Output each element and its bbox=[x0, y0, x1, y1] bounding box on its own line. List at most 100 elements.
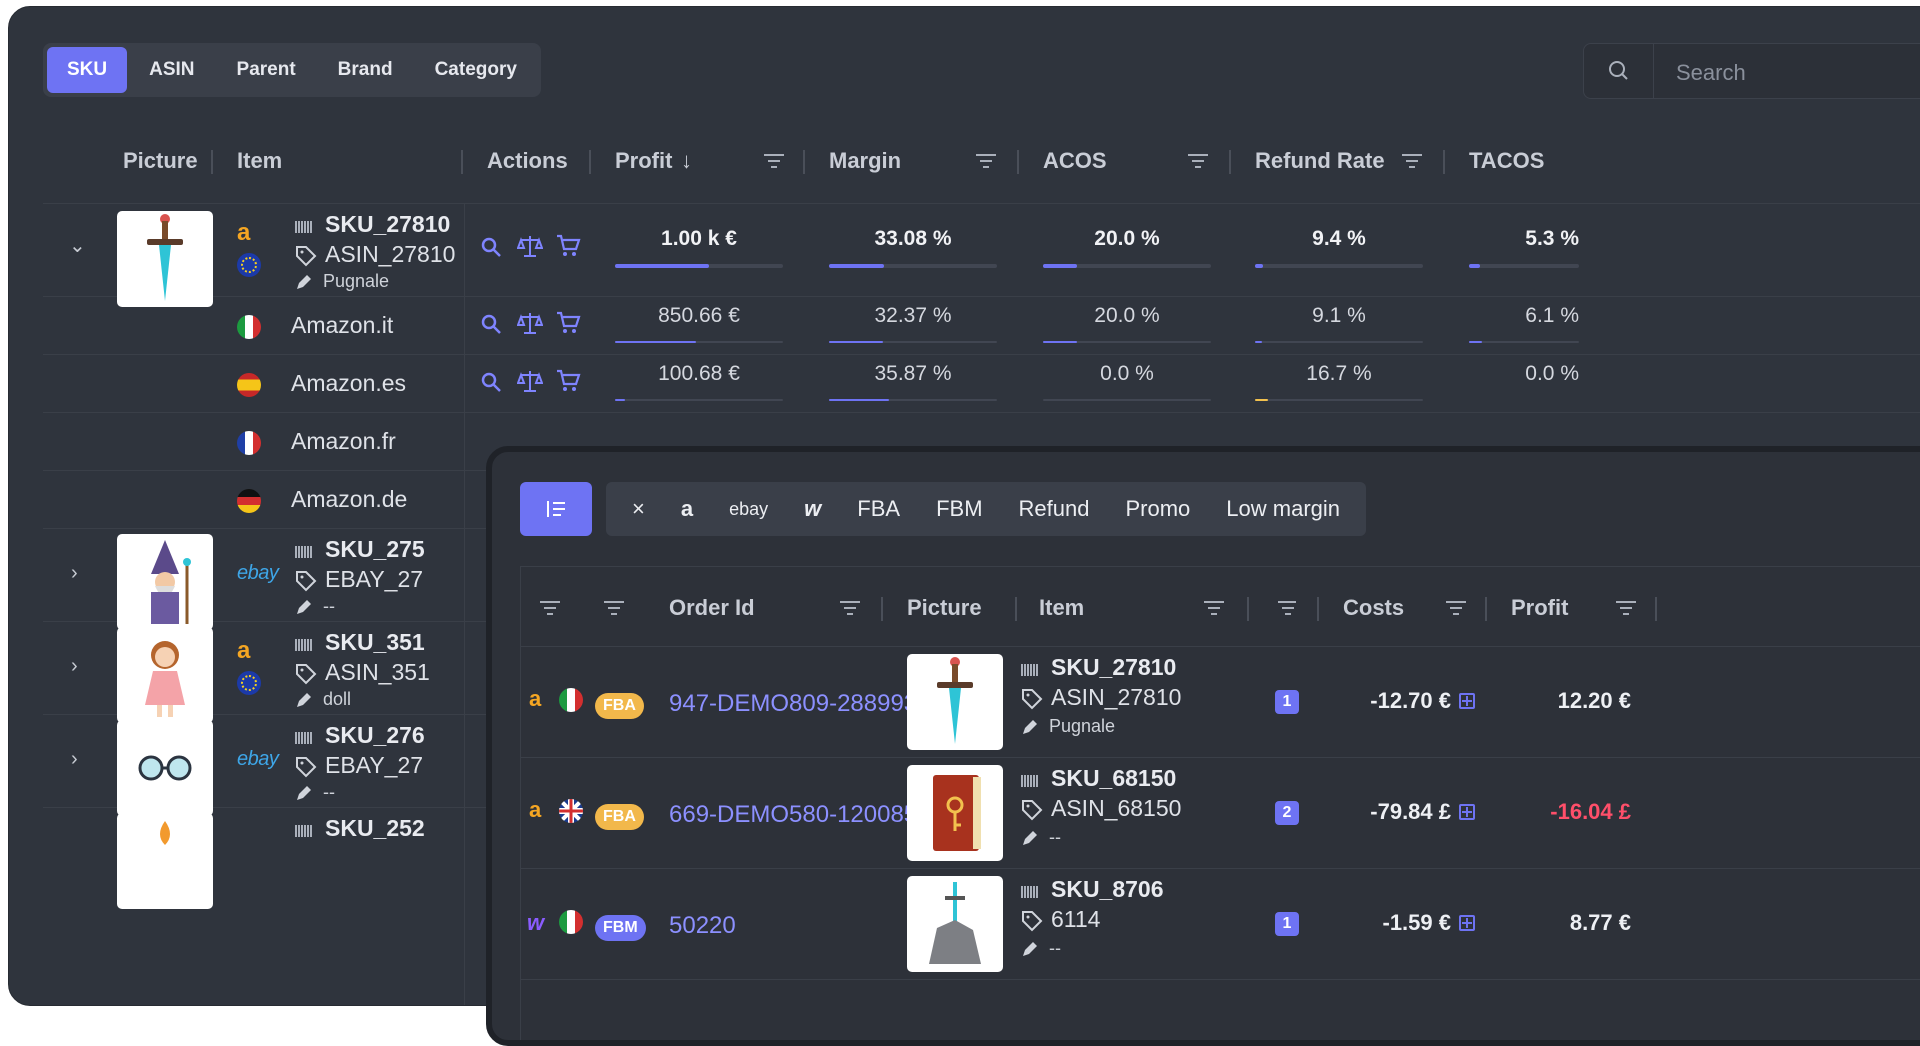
pencil-icon[interactable] bbox=[295, 691, 313, 709]
pencil-icon[interactable] bbox=[1021, 940, 1039, 958]
item-note[interactable]: -- bbox=[323, 596, 335, 617]
amazon-logo-icon: a bbox=[237, 637, 251, 664]
pencil-icon[interactable] bbox=[295, 273, 313, 291]
col-acos[interactable]: ACOS bbox=[1043, 148, 1107, 174]
group-by-tabs: SKU ASIN Parent Brand Category bbox=[43, 43, 541, 97]
product-picture-wizard bbox=[117, 534, 213, 630]
expand-costs-icon[interactable] bbox=[1459, 693, 1475, 709]
ebay-filter-chip[interactable]: ebay bbox=[711, 482, 786, 536]
search-input[interactable]: Search bbox=[1676, 60, 1746, 86]
fulfillment-badge: FBM bbox=[595, 915, 646, 941]
col-refund-rate[interactable]: Refund Rate bbox=[1255, 148, 1385, 174]
tab-parent[interactable]: Parent bbox=[217, 47, 316, 93]
item-note[interactable]: -- bbox=[323, 782, 335, 803]
tag-icon bbox=[1022, 689, 1043, 710]
filter-icon[interactable] bbox=[537, 597, 563, 619]
chevron-right-icon[interactable]: › bbox=[71, 748, 78, 771]
item-note[interactable]: -- bbox=[1049, 827, 1061, 848]
col-item: Item bbox=[237, 148, 283, 173]
filter-icon[interactable] bbox=[973, 150, 999, 172]
order-row[interactable]: a FBA 947-DEMO809-288993 SKU_27810 ASIN_… bbox=[521, 648, 1920, 758]
search-icon[interactable] bbox=[479, 370, 503, 394]
col-costs[interactable]: Costs bbox=[1343, 595, 1404, 621]
tab-sku[interactable]: SKU bbox=[47, 47, 128, 93]
margin-bar bbox=[829, 399, 997, 401]
filter-icon[interactable] bbox=[1399, 150, 1425, 172]
acos-value: 20.0 % bbox=[1094, 304, 1160, 327]
filter-icon[interactable] bbox=[1613, 597, 1639, 619]
costs-value: -12.70 € bbox=[1370, 688, 1451, 713]
tag-icon bbox=[296, 664, 317, 685]
filter-icon[interactable] bbox=[601, 597, 627, 619]
quantity-filter-icon[interactable] bbox=[1273, 597, 1299, 619]
col-item[interactable]: Item bbox=[1039, 595, 1084, 621]
filter-icon[interactable] bbox=[1443, 597, 1469, 619]
amazon-filter-chip[interactable]: a bbox=[663, 482, 711, 536]
tab-asin[interactable]: ASIN bbox=[129, 47, 214, 93]
marketplace-row[interactable]: Amazon.it 850.66 € 32.37 % 20.0 % 9.1 % … bbox=[43, 298, 1920, 355]
cart-icon[interactable] bbox=[555, 310, 581, 336]
pencil-icon[interactable] bbox=[295, 784, 313, 802]
list-view-button[interactable] bbox=[520, 482, 592, 536]
low-margin-filter-chip[interactable]: Low margin bbox=[1208, 482, 1358, 536]
pencil-icon[interactable] bbox=[1021, 718, 1039, 736]
cart-icon[interactable] bbox=[555, 233, 581, 259]
search-icon[interactable] bbox=[479, 235, 503, 259]
order-row[interactable]: w FBM 50220 SKU_8706 6114 -- 1 -1.59 € 8… bbox=[521, 870, 1920, 980]
scale-icon[interactable] bbox=[517, 310, 543, 336]
pencil-icon[interactable] bbox=[1021, 829, 1039, 847]
scale-icon[interactable] bbox=[517, 233, 543, 259]
filter-icon[interactable] bbox=[1201, 597, 1227, 619]
expand-costs-icon[interactable] bbox=[1459, 915, 1475, 931]
item-note[interactable]: Pugnale bbox=[323, 271, 389, 292]
item-asin: ASIN_27810 bbox=[1051, 684, 1182, 710]
fbm-filter-chip[interactable]: FBM bbox=[918, 482, 1000, 536]
sort-desc-icon[interactable]: ↓ bbox=[681, 148, 692, 174]
filter-icon[interactable] bbox=[1185, 150, 1211, 172]
col-profit[interactable]: Profit bbox=[615, 148, 672, 174]
fulfillment-badge: FBA bbox=[595, 804, 644, 830]
chevron-right-icon[interactable]: › bbox=[71, 562, 78, 585]
scale-icon[interactable] bbox=[517, 368, 543, 394]
tacos-value: 6.1 % bbox=[1525, 304, 1579, 327]
pencil-icon[interactable] bbox=[295, 598, 313, 616]
item-note[interactable]: doll bbox=[323, 689, 351, 710]
search-icon[interactable] bbox=[479, 312, 503, 336]
table-header: Order Id Picture Item Costs Profit bbox=[521, 567, 1920, 647]
col-profit[interactable]: Profit bbox=[1511, 595, 1568, 621]
chevron-down-icon[interactable]: ⌄ bbox=[69, 233, 86, 258]
item-note[interactable]: -- bbox=[1049, 938, 1061, 959]
profit-value: 100.68 € bbox=[658, 362, 740, 385]
product-picture-glasses bbox=[117, 720, 213, 816]
item-note[interactable]: Pugnale bbox=[1049, 716, 1115, 737]
clear-filters-button[interactable]: × bbox=[614, 482, 663, 536]
tab-brand[interactable]: Brand bbox=[318, 47, 413, 93]
wish-filter-chip[interactable]: w bbox=[786, 482, 839, 536]
order-id-link[interactable]: 947-DEMO809-288993 bbox=[669, 690, 917, 718]
search-icon bbox=[1584, 44, 1654, 98]
chevron-right-icon[interactable]: › bbox=[71, 655, 78, 678]
filter-icon[interactable] bbox=[761, 150, 787, 172]
col-tacos[interactable]: TACOS bbox=[1469, 148, 1544, 174]
refund-rate-value: 16.7 % bbox=[1306, 362, 1372, 385]
search-box[interactable]: Search bbox=[1583, 43, 1920, 99]
order-row[interactable]: a FBA 669-DEMO580-120085 SKU_68150 ASIN_… bbox=[521, 759, 1920, 869]
refund-rate-bar bbox=[1255, 399, 1423, 401]
tab-category[interactable]: Category bbox=[415, 47, 537, 93]
cart-icon[interactable] bbox=[555, 368, 581, 394]
col-margin[interactable]: Margin bbox=[829, 148, 901, 174]
expand-costs-icon[interactable] bbox=[1459, 804, 1475, 820]
order-id-link[interactable]: 669-DEMO580-120085 bbox=[669, 801, 917, 829]
marketplace-row[interactable]: Amazon.es 100.68 € 35.87 % 0.0 % 16.7 % … bbox=[43, 356, 1920, 413]
profit-value: 12.20 € bbox=[1557, 688, 1631, 713]
ebay-logo-icon: ebay bbox=[237, 562, 279, 584]
refund-filter-chip[interactable]: Refund bbox=[1001, 482, 1108, 536]
fba-filter-chip[interactable]: FBA bbox=[839, 482, 918, 536]
item-asin: ASIN_27810 bbox=[325, 241, 456, 267]
item-sku: SKU_68150 bbox=[1051, 765, 1177, 791]
filter-icon[interactable] bbox=[837, 597, 863, 619]
table-row[interactable]: ⌄ a SKU_27810 ASIN_27810 Pugnale 1.00 k … bbox=[43, 205, 1920, 307]
promo-filter-chip[interactable]: Promo bbox=[1107, 482, 1208, 536]
order-id-link[interactable]: 50220 bbox=[669, 912, 736, 940]
col-order-id[interactable]: Order Id bbox=[669, 595, 755, 621]
